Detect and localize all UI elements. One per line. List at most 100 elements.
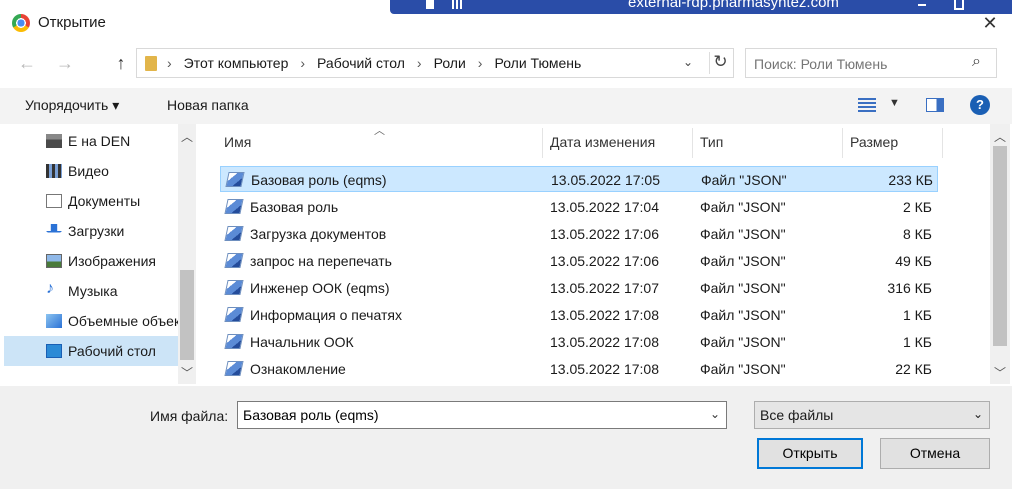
open-button[interactable]: Открыть [757, 438, 863, 469]
scrollbar-thumb[interactable] [180, 270, 194, 360]
breadcrumb-item[interactable]: Роли Тюмень [494, 55, 581, 71]
file-date: 13.05.2022 17:04 [550, 199, 659, 215]
scroll-down-icon[interactable]: ﹀ [181, 364, 193, 381]
address-dropdown-icon[interactable]: ⌄ [683, 55, 693, 69]
address-bar[interactable]: › Этот компьютер › Рабочий стол › Роли ›… [136, 48, 734, 78]
file-row[interactable]: Информация о печатях 13.05.2022 17:08 Фа… [220, 302, 938, 328]
back-button[interactable]: ← [16, 52, 38, 74]
search-box[interactable]: ⌕ [745, 48, 997, 78]
file-row[interactable]: Базовая роль (eqms) 13.05.2022 17:05 Фай… [220, 166, 938, 192]
file-row[interactable]: запрос на перепечать 13.05.2022 17:06 Фа… [220, 248, 938, 274]
command-bar: Упорядочить ▾ Новая папка ▼ ? [0, 88, 1012, 124]
file-type-filter[interactable]: Все файлы ⌄ [754, 401, 990, 429]
file-type: Файл "JSON" [700, 334, 786, 350]
video-folder-icon [46, 164, 62, 178]
nav-item-e-on-den[interactable]: E на DEN [4, 126, 178, 156]
filename-combobox[interactable]: ⌄ [237, 401, 727, 429]
file-date: 13.05.2022 17:08 [550, 334, 659, 350]
file-name: Инженер ООК (eqms) [250, 280, 390, 296]
rdp-minimize-icon[interactable] [918, 4, 926, 6]
pictures-folder-icon [46, 254, 62, 268]
breadcrumb-item[interactable]: Роли [434, 55, 466, 71]
file-size: 233 КБ [888, 172, 933, 188]
column-divider[interactable] [842, 128, 843, 158]
preview-pane-icon[interactable] [926, 98, 944, 112]
nav-item-desktop[interactable]: Рабочий стол [4, 336, 178, 366]
json-file-icon [224, 253, 244, 268]
breadcrumb-item[interactable]: Рабочий стол [317, 55, 405, 71]
file-date: 13.05.2022 17:06 [550, 253, 659, 269]
file-row[interactable]: Загрузка документов 13.05.2022 17:06 Фай… [220, 221, 938, 247]
sort-ascending-icon: ︿ [374, 125, 385, 137]
column-size[interactable]: Размер [850, 134, 898, 150]
nav-item-video[interactable]: Видео [4, 156, 178, 186]
navpane-scrollbar[interactable]: ︿ ﹀ [178, 124, 196, 384]
file-name: запрос на перепечать [250, 253, 392, 269]
navigation-bar: ← → ↑ › Этот компьютер › Рабочий стол › … [0, 46, 1012, 80]
breadcrumb-separator-icon[interactable]: › [167, 55, 172, 71]
column-divider[interactable] [542, 128, 543, 158]
file-row[interactable]: Ознакомление 13.05.2022 17:08 Файл "JSON… [220, 356, 938, 382]
up-button[interactable]: ↑ [110, 52, 132, 74]
file-size: 22 КБ [895, 361, 932, 377]
rdp-restore-icon[interactable] [954, 0, 964, 10]
file-row[interactable]: Начальник ООК 13.05.2022 17:08 Файл "JSO… [220, 329, 938, 355]
filename-input[interactable] [243, 406, 693, 424]
scrollbar-thumb[interactable] [993, 146, 1007, 346]
file-type: Файл "JSON" [700, 280, 786, 296]
scroll-up-icon[interactable]: ︿ [994, 128, 1006, 145]
file-type: Файл "JSON" [700, 307, 786, 323]
help-icon[interactable]: ? [970, 95, 990, 115]
breadcrumb: › Этот компьютер › Рабочий стол › Роли ›… [167, 55, 581, 71]
dialog-footer: Имя файла: ⌄ Все файлы ⌄ Открыть Отмена [0, 386, 1012, 489]
close-button[interactable]: ✕ [980, 14, 1000, 34]
folder-icon [145, 56, 157, 71]
file-date: 13.05.2022 17:07 [550, 280, 659, 296]
scroll-down-icon[interactable]: ﹀ [994, 364, 1006, 381]
column-type[interactable]: Тип [700, 134, 723, 150]
nav-item-3d-objects[interactable]: Объемные объекты [4, 306, 178, 336]
chevron-down-icon[interactable]: ⌄ [973, 407, 983, 421]
nav-item-label: E на DEN [68, 133, 131, 149]
view-dropdown-icon[interactable]: ▼ [889, 97, 900, 109]
file-name: Ознакомление [250, 361, 346, 377]
pin-icon[interactable] [426, 0, 434, 9]
breadcrumb-separator-icon[interactable]: › [478, 55, 483, 71]
nav-item-label: Рабочий стол [68, 343, 156, 359]
file-size: 49 КБ [895, 253, 932, 269]
breadcrumb-separator-icon[interactable]: › [300, 55, 305, 71]
search-input[interactable] [754, 54, 964, 74]
breadcrumb-separator-icon[interactable]: › [417, 55, 422, 71]
file-row[interactable]: Базовая роль 13.05.2022 17:04 Файл "JSON… [220, 194, 938, 220]
column-date[interactable]: Дата изменения [550, 134, 655, 150]
column-divider[interactable] [942, 128, 943, 158]
cancel-button[interactable]: Отмена [880, 438, 990, 469]
json-file-icon [224, 226, 244, 241]
chevron-down-icon[interactable]: ⌄ [710, 407, 720, 421]
filename-label: Имя файла: [150, 408, 229, 424]
filelist-scrollbar[interactable]: ︿ ﹀ [990, 124, 1010, 384]
file-date: 13.05.2022 17:05 [551, 172, 660, 188]
nav-item-documents[interactable]: Документы [4, 186, 178, 216]
rdp-host: external-rdp.pharmasyntez.com [628, 0, 839, 11]
file-name: Базовая роль [250, 199, 339, 215]
breadcrumb-item[interactable]: Этот компьютер [184, 55, 289, 71]
search-icon[interactable]: ⌕ [972, 53, 981, 71]
refresh-icon[interactable]: ↻ [709, 52, 731, 74]
nav-item-label: Документы [68, 193, 141, 209]
nav-item-downloads[interactable]: Загрузки [4, 216, 178, 246]
scroll-up-icon[interactable]: ︿ [181, 128, 193, 145]
rdp-connection-bar[interactable]: external-rdp.pharmasyntez.com [390, 0, 1012, 14]
new-folder-button[interactable]: Новая папка [167, 97, 249, 113]
nav-item-label: Изображения [68, 253, 156, 269]
column-name[interactable]: Имя [224, 134, 251, 150]
nav-item-music[interactable]: ♪ Музыка [4, 276, 178, 306]
column-divider[interactable] [692, 128, 693, 158]
view-options-icon[interactable] [858, 98, 876, 112]
organize-button[interactable]: Упорядочить ▾ [25, 97, 119, 114]
signal-icon [452, 0, 462, 9]
file-row[interactable]: Инженер ООК (eqms) 13.05.2022 17:07 Файл… [220, 275, 938, 301]
file-name: Загрузка документов [250, 226, 387, 242]
nav-item-pictures[interactable]: Изображения [4, 246, 178, 276]
forward-button[interactable]: → [54, 52, 76, 74]
